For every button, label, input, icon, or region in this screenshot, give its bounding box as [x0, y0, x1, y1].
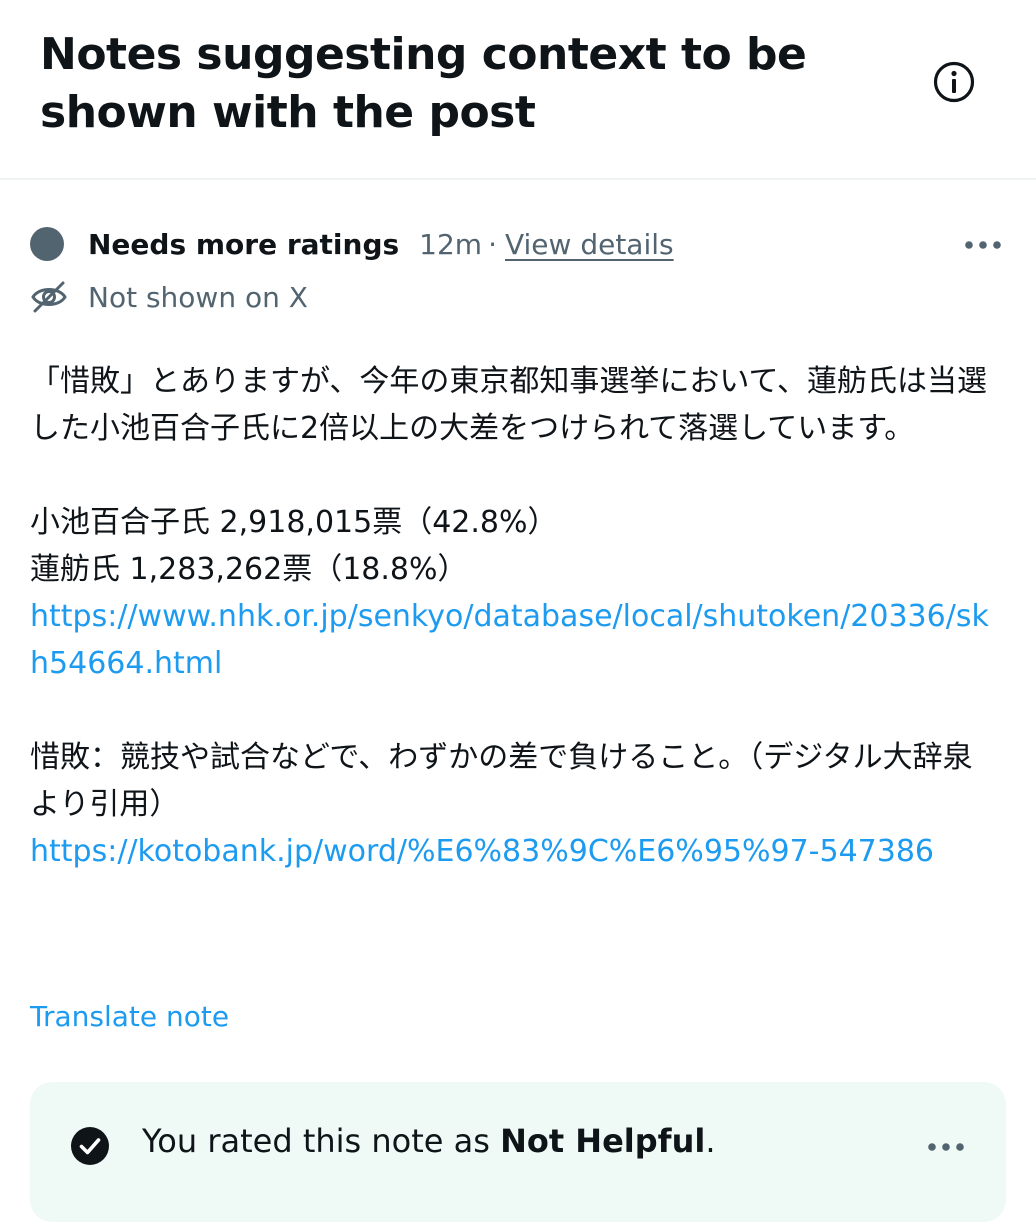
note-time: 12m — [419, 227, 483, 261]
info-icon[interactable] — [932, 60, 976, 104]
check-circle-icon — [71, 1127, 109, 1165]
note-paragraph: 「惜敗」とありますが、今年の東京都知事選挙において、蓮舫氏は当選した小池百合子氏… — [30, 364, 987, 446]
visibility-row: Not shown on X — [30, 276, 308, 318]
rating-text: You rated this note as Not Helpful. — [142, 1122, 716, 1160]
rating-value: Not Helpful — [500, 1122, 706, 1160]
visibility-status: Not shown on X — [88, 280, 308, 314]
rating-suffix: . — [705, 1122, 716, 1160]
more-options-icon[interactable] — [926, 1141, 966, 1153]
source-link-kotobank[interactable]: https://kotobank.jp/word/%E6%83%9C%E6%95… — [30, 828, 1000, 875]
result-line: 小池百合子氏 2,918,015票（42.8%） — [30, 505, 558, 540]
source-link-nhk[interactable]: https://www.nhk.or.jp/senkyo/database/lo… — [30, 593, 1000, 687]
status-dot-icon — [30, 227, 64, 261]
note-status-row: Needs more ratings 12m · View details — [30, 222, 674, 266]
header: Notes suggesting context to be shown wit… — [0, 0, 1036, 180]
note-status: Needs more ratings — [88, 227, 400, 261]
view-details-link[interactable]: View details — [505, 228, 674, 261]
rating-box: You rated this note as Not Helpful. — [30, 1082, 1006, 1222]
definition-text: 惜敗：競技や試合などで、わずかの差で負けること。（デジタル大辞泉より引用） — [30, 740, 973, 822]
translate-note-link[interactable]: Translate note — [30, 1000, 229, 1033]
rating-prefix: You rated this note as — [142, 1122, 501, 1160]
more-options-icon[interactable] — [963, 239, 1003, 251]
note-body: 「惜敗」とありますが、今年の東京都知事選挙において、蓮舫氏は当選した小池百合子氏… — [30, 358, 1000, 875]
eye-off-icon — [31, 281, 67, 313]
result-line: 蓮舫氏 1,283,262票（18.8%） — [30, 552, 468, 587]
separator: · — [488, 227, 497, 261]
page-title: Notes suggesting context to be shown wit… — [40, 29, 807, 138]
